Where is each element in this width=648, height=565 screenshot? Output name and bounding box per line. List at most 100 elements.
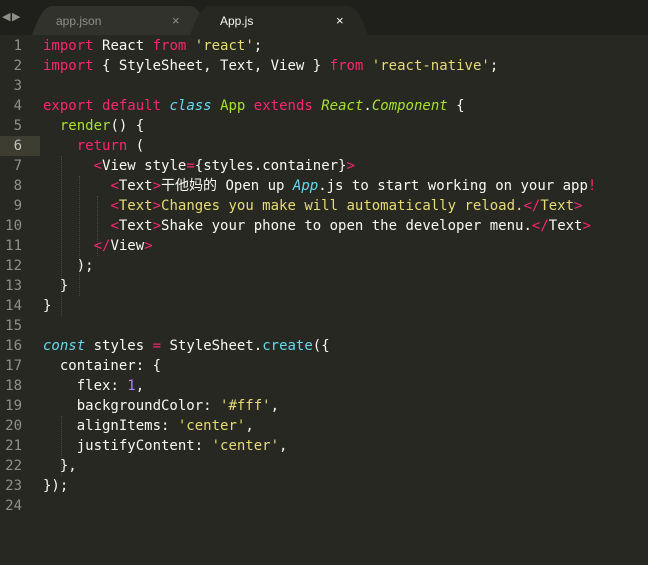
punctuation: > [582,218,591,234]
punctuation: </ [93,238,111,254]
line-number: 16 [5,338,22,354]
tag-name: View [102,158,136,174]
punctuation: < [93,158,103,174]
close-icon[interactable]: × [172,13,180,28]
punctuation: ; [253,38,263,54]
jsx-text: Changes you make will automatically relo… [161,198,524,214]
punctuation: > [144,238,153,254]
jsx-text: App [292,178,319,194]
code-line: ); [43,256,648,276]
punctuation: > [152,178,162,194]
punctuation: . [253,338,263,354]
keyword: class [169,98,212,114]
code-line: } [43,296,648,316]
code-line: justifyContent: 'center', [43,436,648,456]
punctuation: , [270,398,280,414]
tab-app-json[interactable]: app.json × [32,6,212,35]
property-key: flex [76,378,111,394]
class-name: Component [371,98,448,114]
expression: {styles.container} [194,158,347,174]
code-line: container: { [43,356,648,376]
line-number: 13 [5,278,22,294]
tab-app-js[interactable]: App.js × [190,6,370,35]
code-line: alignItems: 'center', [43,416,648,436]
punctuation: } [59,278,69,294]
property-key: backgroundColor [76,398,204,414]
code-line: const styles = StyleSheet.create({ [43,336,648,356]
close-icon[interactable]: × [336,13,344,28]
code-line: flex: 1, [43,376,648,396]
punctuation: , [245,418,254,434]
code-line: }, [43,456,648,476]
code-line: <Text>Changes you make will automaticall… [43,196,648,216]
line-number: 7 [13,158,22,174]
code-line: return ( [43,136,648,156]
left-arrow-icon[interactable]: ◀ [2,10,10,23]
class-name: React [321,98,364,114]
punctuation: : [203,398,221,414]
number-value: 1 [127,378,136,394]
line-number: 6 [13,138,22,154]
class-name: App [220,98,246,114]
punctuation: , [279,438,288,454]
line-number: 21 [5,438,22,454]
punctuation: < [110,198,119,214]
punctuation: > [152,218,162,234]
identifier: StyleSheet, Text, View [118,58,305,74]
line-number: 24 [5,498,22,514]
code-area[interactable]: import React from 'react'; import { Styl… [43,36,648,516]
jsx-text: Shake your phone to open the developer m… [161,218,532,234]
line-number: 8 [13,178,22,194]
punctuation: </ [523,198,541,214]
line-number-gutter: 1 2 3 4 5 6 7 8 9 10 11 12 13 14 15 16 1… [0,36,32,516]
punctuation: . [363,98,372,114]
line-number: 1 [13,38,22,54]
tab-label: app.json [56,14,102,28]
string: '#fff' [220,398,271,414]
line-number: 15 [5,318,22,334]
line-number: 22 [5,458,22,474]
punctuation: > [574,198,583,214]
punctuation: ({ [312,338,330,354]
code-line: } [43,276,648,296]
line-number: 2 [13,58,22,74]
string: 'react' [194,38,254,54]
keyword: extends [253,98,313,114]
identifier: React [102,38,145,54]
keyword: from [152,38,187,54]
punctuation: : [194,438,212,454]
punctuation: } [312,58,322,74]
line-number: 5 [13,118,22,134]
keyword: default [102,98,162,114]
method-name: render [59,118,111,134]
right-arrow-icon[interactable]: ▶ [12,10,20,23]
punctuation: : [161,418,178,434]
jsx-text: .js to start working on your app [318,178,588,194]
punctuation: : { [135,358,162,374]
keyword: return [76,138,128,154]
editor-pane[interactable]: 1 2 3 4 5 6 7 8 9 10 11 12 13 14 15 16 1… [0,36,648,565]
code-line: render() { [43,116,648,136]
punctuation: () { [110,118,145,134]
code-line: <Text>干他妈的 Open up App.js to start worki… [43,176,648,196]
line-number: 9 [13,198,22,214]
tab-label: App.js [220,14,254,28]
code-line: </View> [43,236,648,256]
punctuation: > [152,198,162,214]
line-number: 12 [5,258,22,274]
tag-name: Text [548,218,583,234]
identifier: StyleSheet [169,338,254,354]
tag-name: Text [118,198,153,214]
punctuation: , [135,378,145,394]
punctuation: } [43,298,52,314]
jsx-text: ! [587,178,597,194]
operator: = [186,158,195,174]
line-number: 17 [5,358,22,374]
line-number: 14 [5,298,22,314]
property-key: justifyContent [76,438,195,454]
line-number: 3 [13,78,22,94]
code-line: import React from 'react'; [43,36,648,56]
tag-name: View [110,238,145,254]
